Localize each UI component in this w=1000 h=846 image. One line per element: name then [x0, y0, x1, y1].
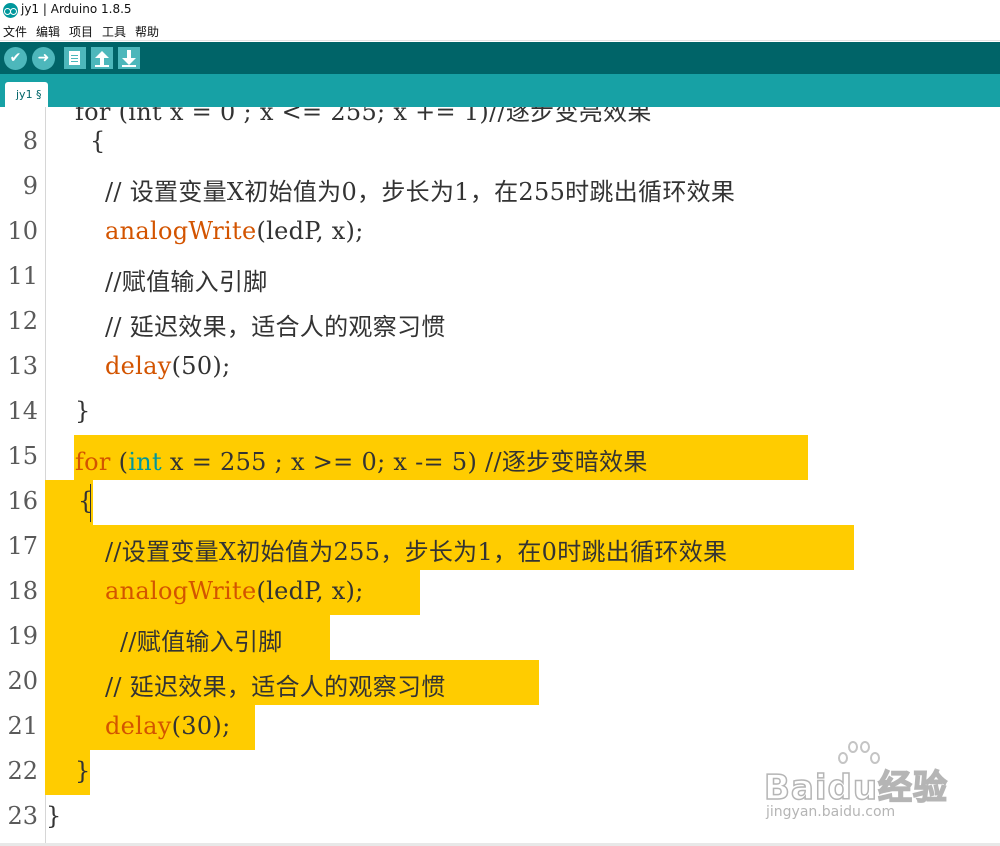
- line-number: 12: [7, 307, 38, 335]
- code-text: delay(50);: [105, 352, 230, 380]
- code-line: 10 analogWrite(ledP, x);: [0, 209, 1000, 254]
- code-line: 14 }: [0, 389, 1000, 434]
- watermark-logo: Baidu经验: [763, 767, 949, 809]
- line-number: 19: [7, 622, 38, 650]
- code-line: 9 // 设置变量X初始值为0，步长为1，在255时跳出循环效果: [0, 164, 1000, 209]
- menu-edit[interactable]: 编辑: [36, 23, 60, 40]
- code-comment: //赋值输入引脚: [105, 268, 268, 296]
- tab-label: jy1 §: [16, 88, 42, 101]
- new-button[interactable]: [64, 47, 86, 69]
- text-cursor: [90, 484, 91, 522]
- upload-button[interactable]: ➜: [32, 47, 55, 70]
- code-line: 17 //设置变量X初始值为255，步长为1，在0时跳出循环效果: [0, 524, 1000, 569]
- tab-jy1[interactable]: jy1 §: [5, 82, 48, 107]
- baidu-watermark: Baidu经验 jingyan.baidu.com: [763, 738, 954, 828]
- keyword-for: for: [75, 448, 111, 476]
- window-title: jy1 | Arduino 1.8.5: [21, 2, 132, 16]
- code-text: }: [75, 397, 91, 425]
- code-comment: //赋值输入引脚: [120, 628, 283, 656]
- new-file-icon: [69, 51, 80, 65]
- code-comment: // 延迟效果，适合人的观察习惯: [105, 673, 446, 701]
- code-comment: //设置变量X初始值为255，步长为1，在0时跳出循环效果: [105, 538, 728, 566]
- menu-file[interactable]: 文件: [3, 23, 27, 40]
- code-args: (ledP, x);: [256, 217, 364, 245]
- function-name: analogWrite: [105, 217, 257, 245]
- code-line: 18 analogWrite(ledP, x);: [0, 569, 1000, 614]
- code-editor[interactable]: for (int x = 0 ; x <= 255; x += 1)//逐步变亮…: [0, 107, 1000, 844]
- code-text: {: [78, 487, 94, 515]
- menu-bar: 文件 编辑 项目 工具 帮助: [0, 21, 1000, 41]
- code-line: 8 {: [0, 119, 1000, 164]
- line-number: 18: [7, 577, 38, 605]
- code-text: }: [46, 802, 62, 830]
- menu-help[interactable]: 帮助: [135, 23, 159, 40]
- code-comment: // 延迟效果，适合人的观察习惯: [105, 313, 446, 341]
- code-text: analogWrite(ledP, x);: [105, 217, 364, 245]
- line-number: 10: [7, 217, 38, 245]
- code-line: 15 for (int x = 255 ; x >= 0; x -= 5) //…: [0, 434, 1000, 479]
- code-text: }: [75, 757, 91, 785]
- line-number: 22: [7, 757, 38, 785]
- watermark-url: jingyan.baidu.com: [766, 804, 896, 820]
- line-number: 21: [7, 712, 38, 740]
- code-args: (30);: [171, 712, 231, 740]
- line-number: 14: [7, 397, 38, 425]
- open-button[interactable]: [91, 47, 113, 69]
- verify-button[interactable]: ✔: [4, 47, 27, 70]
- code-paren: (: [110, 448, 129, 476]
- line-number: 17: [7, 532, 38, 560]
- code-line: 11 //赋值输入引脚: [0, 254, 1000, 299]
- code-args: (50);: [171, 352, 231, 380]
- code-line: 13 delay(50);: [0, 344, 1000, 389]
- code-line: 16 {: [0, 479, 1000, 524]
- code-text: delay(30);: [105, 712, 230, 740]
- code-args: (ledP, x);: [256, 577, 364, 605]
- code-text: {: [90, 127, 106, 155]
- code-line: 20 // 延迟效果，适合人的观察习惯: [0, 659, 1000, 704]
- line-number: 9: [22, 172, 38, 200]
- line-number: 20: [7, 667, 38, 695]
- code-text: analogWrite(ledP, x);: [105, 577, 364, 605]
- tab-bar: jy1 §: [0, 74, 1000, 107]
- title-bar: jy1 | Arduino 1.8.5: [0, 0, 1000, 21]
- function-name: delay: [105, 712, 172, 740]
- upload-icon: ➜: [37, 50, 50, 66]
- line-number: 15: [7, 442, 38, 470]
- keyword-int: int: [128, 448, 162, 476]
- menu-sketch[interactable]: 项目: [69, 23, 93, 40]
- code-rest: x = 255 ; x >= 0; x -= 5) //逐步变暗效果: [162, 448, 648, 476]
- arduino-logo-icon: [3, 3, 18, 18]
- line-number: 13: [7, 352, 38, 380]
- menu-tools[interactable]: 工具: [102, 23, 126, 40]
- verify-icon: ✔: [9, 50, 22, 66]
- code-line: 19 //赋值输入引脚: [0, 614, 1000, 659]
- line-number: 11: [7, 262, 38, 290]
- line-number: 23: [7, 802, 38, 830]
- save-button[interactable]: [118, 47, 140, 69]
- line-number: 16: [7, 487, 38, 515]
- code-comment: // 设置变量X初始值为0，步长为1，在255时跳出循环效果: [105, 178, 736, 206]
- code-text: for (int x = 255 ; x >= 0; x -= 5) //逐步变…: [75, 442, 648, 477]
- function-name: analogWrite: [105, 577, 257, 605]
- toolbar: ✔ ➜: [0, 42, 1000, 74]
- code-line: 12 // 延迟效果，适合人的观察习惯: [0, 299, 1000, 344]
- function-name: delay: [105, 352, 172, 380]
- line-number: 8: [22, 127, 38, 155]
